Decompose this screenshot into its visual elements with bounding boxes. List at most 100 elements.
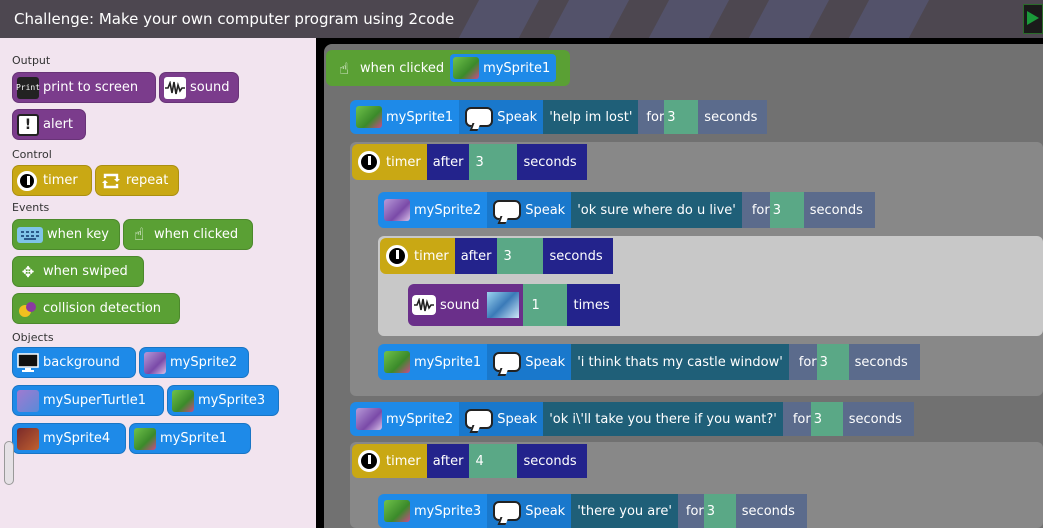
delay-input[interactable]: 3 — [469, 144, 518, 180]
speak-text-input[interactable]: 'ok i\'ll take you there if you want?' — [543, 402, 783, 436]
for-label: for — [677, 494, 704, 528]
alert-button[interactable]: ! alert — [12, 109, 86, 140]
swipe-icon: ✥ — [21, 262, 35, 281]
category-output: Output — [12, 54, 51, 67]
when-swiped-label: when swiped — [43, 264, 128, 279]
timer-label: timer — [414, 248, 449, 264]
speak-sprite[interactable]: mySprite2 — [378, 192, 487, 228]
mysprite3-icon — [172, 389, 194, 412]
mysuperturtle1-icon — [17, 389, 39, 412]
timer-block[interactable]: timer after 3 seconds — [352, 144, 587, 180]
speak-text-input[interactable]: 'there you are' — [571, 494, 678, 528]
sprite-label: mySprite2 — [386, 411, 454, 427]
mysprite2-button[interactable]: mySprite2 — [139, 347, 249, 378]
monitor-icon — [17, 352, 39, 374]
when-swiped-button[interactable]: ✥ when swiped — [12, 256, 144, 287]
background-button[interactable]: background — [12, 347, 136, 378]
mysprite3-label: mySprite3 — [198, 393, 266, 408]
timer-block[interactable]: timer after 4 seconds — [352, 444, 587, 478]
mysprite4-icon — [17, 427, 39, 450]
speak-action: Speak — [459, 100, 544, 134]
when-clicked-event-block[interactable]: ☝ when clicked mySprite1 — [326, 50, 570, 86]
speak-block[interactable]: mySprite2 Speak 'ok sure where do u live… — [378, 192, 875, 228]
seconds-label: seconds — [803, 192, 875, 228]
sound-thumbnail[interactable] — [487, 292, 520, 318]
speak-text-input[interactable]: 'help im lost' — [543, 100, 639, 134]
speak-sprite[interactable]: mySprite1 — [350, 100, 459, 134]
delay-input[interactable]: 4 — [469, 444, 518, 478]
timer-label: timer — [43, 173, 78, 188]
after-label: after — [454, 238, 498, 274]
sound-button[interactable]: sound — [159, 72, 239, 103]
run-icon[interactable] — [1023, 4, 1043, 34]
event-sprite-tag[interactable]: mySprite1 — [450, 54, 557, 82]
event-sprite-label: mySprite1 — [483, 60, 551, 76]
mysprite2-icon — [384, 199, 410, 221]
alert-icon: ! — [17, 113, 39, 136]
speak-block[interactable]: mySprite2 Speak 'ok i\'ll take you there… — [350, 402, 914, 436]
pointer-hand-icon: ☝ — [133, 224, 145, 245]
speech-bubble-icon — [465, 409, 494, 429]
duration-input[interactable]: 3 — [664, 100, 699, 134]
speak-label: Speak — [497, 109, 538, 125]
collision-detection-button[interactable]: collision detection — [12, 293, 180, 324]
mysuperturtle1-button[interactable]: mySuperTurtle1 — [12, 385, 164, 416]
mysprite2-icon — [144, 351, 166, 374]
speak-action: Speak — [487, 494, 572, 528]
duration-input[interactable]: 3 — [810, 402, 843, 436]
mysprite3-button[interactable]: mySprite3 — [167, 385, 279, 416]
keyboard-icon — [17, 226, 43, 243]
repeat-count-input[interactable]: 1 — [523, 284, 568, 326]
stopwatch-icon — [358, 151, 380, 173]
speak-action: Speak — [487, 192, 572, 228]
duration-input[interactable]: 3 — [703, 494, 736, 528]
speak-sprite[interactable]: mySprite1 — [378, 344, 487, 380]
mysprite4-button[interactable]: mySprite4 — [12, 423, 126, 454]
speak-block[interactable]: mySprite3 Speak 'there you are' for 3 se… — [378, 494, 807, 528]
print-to-screen-button[interactable]: Print print to screen — [12, 72, 156, 103]
speak-block[interactable]: mySprite1 Speak 'i think thats my castle… — [378, 344, 920, 380]
when-clicked-button[interactable]: ☝ when clicked — [123, 219, 253, 250]
watermark-stripe — [547, 0, 633, 38]
timer-block[interactable]: timer after 3 seconds — [380, 238, 613, 274]
stopwatch-icon — [386, 245, 408, 267]
speak-text-input[interactable]: 'i think thats my castle window' — [571, 344, 789, 380]
sprite-label: mySprite1 — [386, 109, 454, 125]
duration-input[interactable]: 3 — [816, 344, 849, 380]
timer-button[interactable]: timer — [12, 165, 92, 196]
mysprite1-icon — [134, 427, 156, 450]
script-workspace[interactable]: ☝ when clicked mySprite1 mySprite1 Speak… — [316, 38, 1043, 528]
for-label: for — [638, 100, 665, 134]
when-key-button[interactable]: when key — [12, 219, 120, 250]
speak-block[interactable]: mySprite1 Speak 'help im lost' for 3 sec… — [350, 100, 768, 134]
sound-label: sound — [190, 80, 230, 95]
seconds-label: seconds — [735, 494, 807, 528]
speak-label: Speak — [525, 354, 566, 370]
speak-text-input[interactable]: 'ok sure where do u live' — [571, 192, 742, 228]
for-label: for — [741, 192, 770, 228]
when-clicked-label: when clicked — [154, 227, 239, 242]
waveform-icon — [164, 76, 186, 99]
delay-input[interactable]: 3 — [497, 238, 544, 274]
pointer-hand-icon: ☝ — [339, 58, 349, 78]
mysprite3-icon — [384, 500, 410, 522]
block-palette: Output Print print to screen sound ! ale… — [0, 38, 316, 528]
category-control: Control — [12, 148, 52, 161]
speak-sprite[interactable]: mySprite3 — [378, 494, 487, 528]
when-key-label: when key — [47, 227, 109, 242]
stopwatch-icon — [358, 450, 380, 472]
repeat-button[interactable]: repeat — [95, 165, 179, 196]
speak-sprite[interactable]: mySprite2 — [350, 402, 459, 436]
watermark-stripe — [747, 0, 833, 38]
for-label: for — [782, 402, 811, 436]
collision-icon — [17, 298, 39, 320]
palette-resize-handle[interactable] — [4, 441, 14, 485]
duration-input[interactable]: 3 — [769, 192, 804, 228]
sound-block[interactable]: sound 1 times — [408, 284, 620, 326]
mysprite2-label: mySprite2 — [170, 355, 238, 370]
event-label: when clicked — [360, 60, 445, 76]
seconds-label: seconds — [517, 144, 587, 180]
repeat-label: repeat — [126, 173, 169, 188]
speak-action: Speak — [459, 402, 544, 436]
mysprite1-button[interactable]: mySprite1 — [129, 423, 251, 454]
